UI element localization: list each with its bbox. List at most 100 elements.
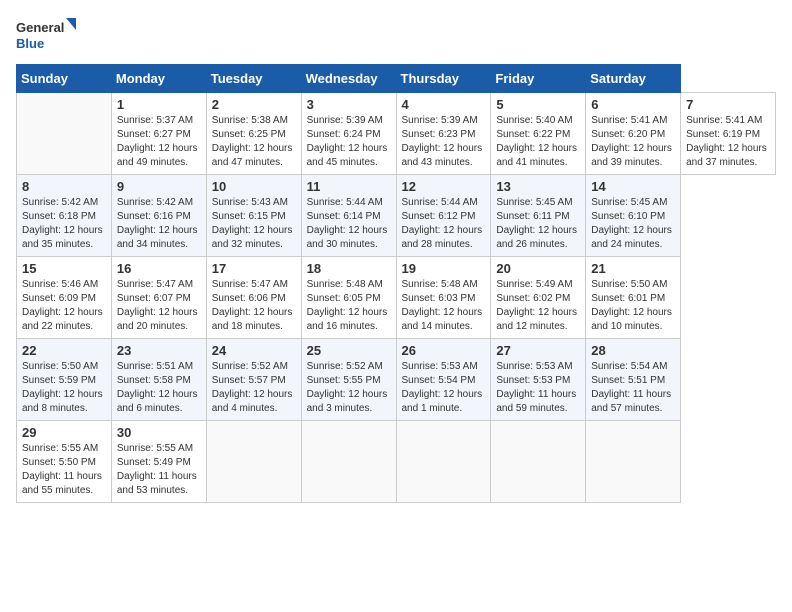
calendar-cell: 17 Sunrise: 5:47 AMSunset: 6:06 PMDaylig… (206, 257, 301, 339)
calendar-cell: 13 Sunrise: 5:45 AMSunset: 6:11 PMDaylig… (491, 175, 586, 257)
calendar-cell: 14 Sunrise: 5:45 AMSunset: 6:10 PMDaylig… (586, 175, 681, 257)
day-number: 21 (591, 261, 675, 276)
calendar-cell: 30 Sunrise: 5:55 AMSunset: 5:49 PMDaylig… (111, 421, 206, 503)
page-header: General Blue (16, 16, 776, 52)
cell-details: Sunrise: 5:41 AMSunset: 6:19 PMDaylight:… (686, 115, 767, 168)
day-of-week-header: Wednesday (301, 65, 396, 93)
calendar-cell: 9 Sunrise: 5:42 AMSunset: 6:16 PMDayligh… (111, 175, 206, 257)
calendar-cell: 5 Sunrise: 5:40 AMSunset: 6:22 PMDayligh… (491, 93, 586, 175)
calendar-cell: 15 Sunrise: 5:46 AMSunset: 6:09 PMDaylig… (17, 257, 112, 339)
calendar-week-row: 22 Sunrise: 5:50 AMSunset: 5:59 PMDaylig… (17, 339, 776, 421)
calendar-cell: 7 Sunrise: 5:41 AMSunset: 6:19 PMDayligh… (681, 93, 776, 175)
day-number: 10 (212, 179, 296, 194)
cell-details: Sunrise: 5:44 AMSunset: 6:12 PMDaylight:… (402, 197, 483, 250)
calendar-cell: 8 Sunrise: 5:42 AMSunset: 6:18 PMDayligh… (17, 175, 112, 257)
cell-details: Sunrise: 5:47 AMSunset: 6:06 PMDaylight:… (212, 279, 293, 332)
calendar-week-row: 29 Sunrise: 5:55 AMSunset: 5:50 PMDaylig… (17, 421, 776, 503)
day-number: 22 (22, 343, 106, 358)
day-number: 2 (212, 97, 296, 112)
day-number: 25 (307, 343, 391, 358)
calendar-cell: 11 Sunrise: 5:44 AMSunset: 6:14 PMDaylig… (301, 175, 396, 257)
calendar-cell (491, 421, 586, 503)
cell-details: Sunrise: 5:55 AMSunset: 5:50 PMDaylight:… (22, 443, 102, 496)
calendar-cell: 16 Sunrise: 5:47 AMSunset: 6:07 PMDaylig… (111, 257, 206, 339)
day-of-week-header: Sunday (17, 65, 112, 93)
day-number: 23 (117, 343, 201, 358)
cell-details: Sunrise: 5:55 AMSunset: 5:49 PMDaylight:… (117, 443, 197, 496)
cell-details: Sunrise: 5:43 AMSunset: 6:15 PMDaylight:… (212, 197, 293, 250)
day-number: 28 (591, 343, 675, 358)
calendar-cell: 29 Sunrise: 5:55 AMSunset: 5:50 PMDaylig… (17, 421, 112, 503)
day-of-week-header: Thursday (396, 65, 491, 93)
logo: General Blue (16, 16, 76, 52)
calendar-cell (396, 421, 491, 503)
cell-details: Sunrise: 5:49 AMSunset: 6:02 PMDaylight:… (496, 279, 577, 332)
cell-details: Sunrise: 5:39 AMSunset: 6:23 PMDaylight:… (402, 115, 483, 168)
calendar-cell: 25 Sunrise: 5:52 AMSunset: 5:55 PMDaylig… (301, 339, 396, 421)
cell-details: Sunrise: 5:45 AMSunset: 6:11 PMDaylight:… (496, 197, 577, 250)
day-number: 13 (496, 179, 580, 194)
cell-details: Sunrise: 5:53 AMSunset: 5:54 PMDaylight:… (402, 361, 483, 414)
day-number: 4 (402, 97, 486, 112)
calendar-cell: 23 Sunrise: 5:51 AMSunset: 5:58 PMDaylig… (111, 339, 206, 421)
cell-details: Sunrise: 5:48 AMSunset: 6:05 PMDaylight:… (307, 279, 388, 332)
calendar-cell (206, 421, 301, 503)
calendar-cell: 10 Sunrise: 5:43 AMSunset: 6:15 PMDaylig… (206, 175, 301, 257)
cell-details: Sunrise: 5:46 AMSunset: 6:09 PMDaylight:… (22, 279, 103, 332)
calendar-cell: 21 Sunrise: 5:50 AMSunset: 6:01 PMDaylig… (586, 257, 681, 339)
day-of-week-header: Tuesday (206, 65, 301, 93)
cell-details: Sunrise: 5:44 AMSunset: 6:14 PMDaylight:… (307, 197, 388, 250)
cell-details: Sunrise: 5:51 AMSunset: 5:58 PMDaylight:… (117, 361, 198, 414)
calendar-cell: 19 Sunrise: 5:48 AMSunset: 6:03 PMDaylig… (396, 257, 491, 339)
cell-details: Sunrise: 5:41 AMSunset: 6:20 PMDaylight:… (591, 115, 672, 168)
cell-details: Sunrise: 5:54 AMSunset: 5:51 PMDaylight:… (591, 361, 671, 414)
day-number: 19 (402, 261, 486, 276)
logo-svg: General Blue (16, 16, 76, 52)
cell-details: Sunrise: 5:48 AMSunset: 6:03 PMDaylight:… (402, 279, 483, 332)
day-number: 1 (117, 97, 201, 112)
calendar-cell: 2 Sunrise: 5:38 AMSunset: 6:25 PMDayligh… (206, 93, 301, 175)
day-number: 8 (22, 179, 106, 194)
calendar-week-row: 8 Sunrise: 5:42 AMSunset: 6:18 PMDayligh… (17, 175, 776, 257)
calendar-cell: 22 Sunrise: 5:50 AMSunset: 5:59 PMDaylig… (17, 339, 112, 421)
day-number: 15 (22, 261, 106, 276)
svg-text:Blue: Blue (16, 36, 44, 51)
day-of-week-header: Friday (491, 65, 586, 93)
cell-details: Sunrise: 5:47 AMSunset: 6:07 PMDaylight:… (117, 279, 198, 332)
calendar-cell: 3 Sunrise: 5:39 AMSunset: 6:24 PMDayligh… (301, 93, 396, 175)
day-number: 9 (117, 179, 201, 194)
svg-text:General: General (16, 20, 64, 35)
cell-details: Sunrise: 5:52 AMSunset: 5:57 PMDaylight:… (212, 361, 293, 414)
cell-details: Sunrise: 5:42 AMSunset: 6:16 PMDaylight:… (117, 197, 198, 250)
cell-details: Sunrise: 5:53 AMSunset: 5:53 PMDaylight:… (496, 361, 576, 414)
day-number: 11 (307, 179, 391, 194)
day-number: 14 (591, 179, 675, 194)
cell-details: Sunrise: 5:38 AMSunset: 6:25 PMDaylight:… (212, 115, 293, 168)
calendar-cell: 28 Sunrise: 5:54 AMSunset: 5:51 PMDaylig… (586, 339, 681, 421)
calendar-week-row: 1 Sunrise: 5:37 AMSunset: 6:27 PMDayligh… (17, 93, 776, 175)
calendar-cell: 26 Sunrise: 5:53 AMSunset: 5:54 PMDaylig… (396, 339, 491, 421)
calendar-cell (17, 93, 112, 175)
day-number: 24 (212, 343, 296, 358)
cell-details: Sunrise: 5:52 AMSunset: 5:55 PMDaylight:… (307, 361, 388, 414)
day-number: 30 (117, 425, 201, 440)
calendar-cell (586, 421, 681, 503)
calendar-cell: 6 Sunrise: 5:41 AMSunset: 6:20 PMDayligh… (586, 93, 681, 175)
calendar-cell: 18 Sunrise: 5:48 AMSunset: 6:05 PMDaylig… (301, 257, 396, 339)
day-number: 18 (307, 261, 391, 276)
cell-details: Sunrise: 5:50 AMSunset: 5:59 PMDaylight:… (22, 361, 103, 414)
day-number: 29 (22, 425, 106, 440)
cell-details: Sunrise: 5:39 AMSunset: 6:24 PMDaylight:… (307, 115, 388, 168)
calendar-week-row: 15 Sunrise: 5:46 AMSunset: 6:09 PMDaylig… (17, 257, 776, 339)
day-number: 3 (307, 97, 391, 112)
cell-details: Sunrise: 5:42 AMSunset: 6:18 PMDaylight:… (22, 197, 103, 250)
day-number: 20 (496, 261, 580, 276)
calendar-table: SundayMondayTuesdayWednesdayThursdayFrid… (16, 64, 776, 503)
day-number: 5 (496, 97, 580, 112)
cell-details: Sunrise: 5:37 AMSunset: 6:27 PMDaylight:… (117, 115, 198, 168)
day-of-week-header: Saturday (586, 65, 681, 93)
cell-details: Sunrise: 5:45 AMSunset: 6:10 PMDaylight:… (591, 197, 672, 250)
cell-details: Sunrise: 5:40 AMSunset: 6:22 PMDaylight:… (496, 115, 577, 168)
cell-details: Sunrise: 5:50 AMSunset: 6:01 PMDaylight:… (591, 279, 672, 332)
day-number: 7 (686, 97, 770, 112)
